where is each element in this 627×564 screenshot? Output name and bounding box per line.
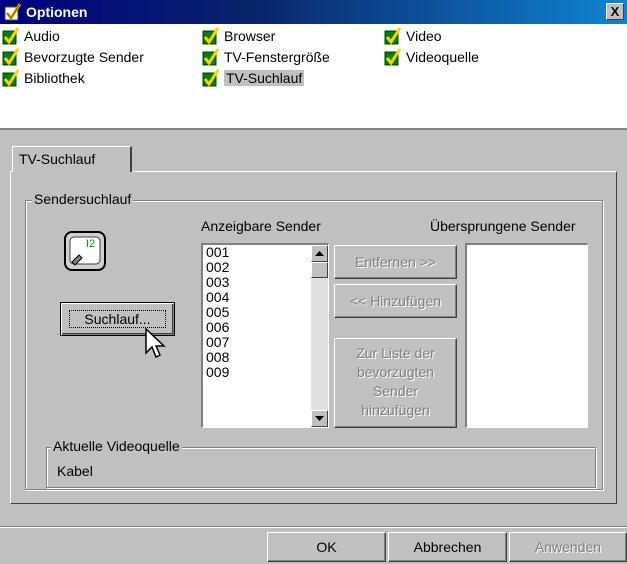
option-label: TV-Suchlauf [224, 70, 305, 86]
cancel-button[interactable]: Abbrechen [388, 532, 507, 562]
button-bar: OK Abbrechen Anwenden [0, 526, 627, 564]
options-dialog: Optionen X Audio Browser Video Bevorzugt… [0, 0, 627, 564]
option-label: Video [406, 28, 442, 44]
channel-item[interactable]: 004 [203, 290, 328, 305]
checkmark-icon [4, 3, 22, 21]
checkbox-checked-icon [384, 48, 402, 66]
arrow-down-icon [315, 416, 324, 421]
option-tv-suchlauf[interactable]: TV-Suchlauf [202, 68, 305, 88]
remove-button[interactable]: Entfernen >> [334, 245, 457, 279]
channel-item[interactable]: 005 [203, 305, 328, 320]
favorites-line: Sender [372, 383, 419, 399]
channel-scrollbar[interactable] [311, 245, 328, 427]
option-videoquelle[interactable]: Videoquelle [384, 47, 479, 67]
checkbox-checked-icon [2, 48, 20, 66]
search-button-label: Suchlauf... [69, 310, 166, 328]
channel-list: 001 002 003 004 005 006 007 008 009 [203, 245, 328, 380]
apply-button[interactable]: Anwenden [509, 532, 627, 562]
window-title: Optionen [26, 4, 88, 20]
option-label: Audio [24, 28, 60, 44]
favorites-line: hinzufügen [361, 402, 430, 418]
options-list: Audio Browser Video Bevorzugte Sender TV… [0, 24, 627, 130]
option-label: Bibliothek [24, 70, 85, 86]
checkbox-checked-icon [202, 48, 220, 66]
channel-item[interactable]: 006 [203, 320, 328, 335]
video-source-group: Aktuelle Videoquelle Kabel [46, 438, 596, 488]
channel-item[interactable]: 003 [203, 275, 328, 290]
checkbox-checked-icon [2, 27, 20, 45]
visible-channels-label: Anzeigbare Sender [201, 218, 321, 234]
arrow-up-icon [315, 251, 324, 256]
option-browser[interactable]: Browser [202, 26, 275, 46]
add-to-favorites-button[interactable]: Zur Liste der bevorzugten Sender hinzufü… [334, 338, 457, 428]
group-label: Aktuelle Videoquelle [51, 438, 182, 454]
scroll-down-button[interactable] [311, 410, 328, 427]
channel-item[interactable]: 007 [203, 335, 328, 350]
option-label: Videoquelle [406, 49, 479, 65]
mouse-cursor-icon [145, 327, 166, 359]
scroll-thumb[interactable] [311, 262, 328, 278]
divider [0, 527, 627, 528]
skipped-channels-list[interactable] [465, 243, 588, 428]
title-bar[interactable]: Optionen X [0, 0, 627, 24]
scroll-up-button[interactable] [311, 245, 328, 262]
option-tv-fenstergroesse[interactable]: TV-Fenstergröße [202, 47, 330, 67]
video-source-value: Kabel [57, 463, 93, 479]
option-label: Bevorzugte Sender [24, 49, 144, 65]
svg-text:I2: I2 [86, 238, 95, 250]
tab-label: TV-Suchlauf [19, 151, 96, 167]
checkbox-checked-icon [202, 27, 220, 45]
channel-item[interactable]: 008 [203, 350, 328, 365]
option-bibliothek[interactable]: Bibliothek [2, 68, 85, 88]
checkbox-checked-icon [2, 69, 20, 87]
add-button[interactable]: << Hinzufügen [334, 284, 457, 318]
favorites-line: bevorzugten [356, 364, 435, 380]
option-label: Browser [224, 28, 276, 44]
ok-button[interactable]: OK [267, 532, 386, 562]
checkbox-checked-icon [384, 27, 402, 45]
close-button[interactable]: X [606, 3, 624, 20]
channel-item[interactable]: 002 [203, 260, 328, 275]
group-label: Sendersuchlauf [32, 191, 134, 207]
option-label: TV-Fenstergröße [224, 49, 330, 65]
channel-item[interactable]: 009 [203, 365, 328, 380]
option-audio[interactable]: Audio [2, 26, 60, 46]
checkbox-checked-icon [202, 69, 220, 87]
skipped-channels-label: Übersprungene Sender [430, 218, 576, 234]
tv-tuner-icon: I2 [64, 231, 106, 271]
tab-tv-suchlauf[interactable]: TV-Suchlauf [12, 146, 132, 172]
option-video[interactable]: Video [384, 26, 442, 46]
channel-item[interactable]: 001 [203, 245, 328, 260]
option-bevorzugte-sender[interactable]: Bevorzugte Sender [2, 47, 144, 67]
visible-channels-list[interactable]: 001 002 003 004 005 006 007 008 009 [201, 243, 329, 428]
favorites-line: Zur Liste der [356, 345, 435, 361]
